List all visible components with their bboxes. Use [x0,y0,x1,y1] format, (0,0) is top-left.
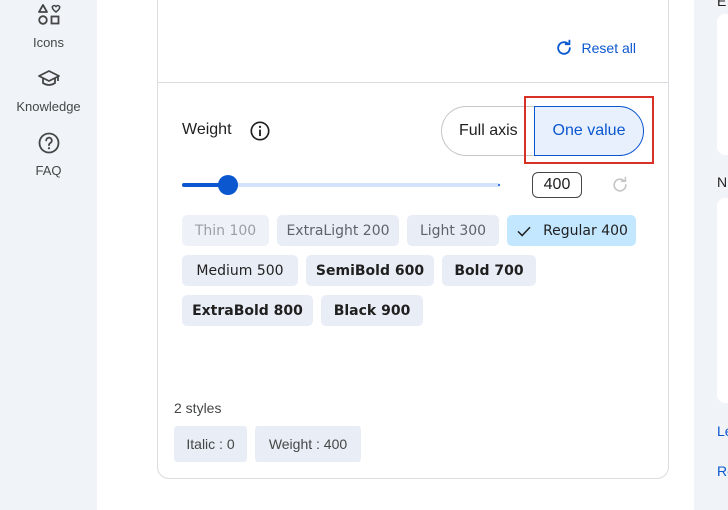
chip-regular-400[interactable]: Regular 400 [507,215,636,246]
style-tag-italic: Italic : 0 [174,426,247,462]
reset-all-label: Reset all [581,40,636,56]
chip-medium-500[interactable]: Medium 500 [182,255,298,286]
reset-all-button[interactable]: Reset all [554,38,636,58]
chip-extrabold-800[interactable]: ExtraBold 800 [182,295,313,326]
weight-value-input[interactable]: 400 [532,172,582,198]
info-icon[interactable] [249,120,271,142]
chip-black-900[interactable]: Black 900 [321,295,423,326]
styles-count: 2 styles [174,400,222,416]
right-panel-link-2[interactable]: Re [717,463,728,479]
reset-slider-icon[interactable] [610,175,630,195]
chip-label: ExtraBold 800 [192,302,303,319]
style-tag-label: Weight : 400 [268,436,348,452]
shapes-icon [37,4,60,25]
help-icon [38,132,59,154]
style-tag-label: Italic : 0 [186,436,235,452]
chip-label: Regular 400 [543,222,628,239]
nav-label-knowledge: Knowledge [16,99,81,114]
school-icon [37,70,60,86]
weight-slider-end-dot [498,184,500,186]
nav-item-icons[interactable]: Icons [0,3,97,50]
nav-label-faq: FAQ [35,163,62,178]
right-panel-box-1[interactable] [717,14,728,155]
chip-label: ExtraLight 200 [286,222,390,239]
weight-slider[interactable] [182,175,500,195]
nav-rail: Icons Knowledge FAQ [0,0,97,510]
style-tag-weight: Weight : 400 [255,426,361,462]
right-panel-link-1[interactable]: Le [717,423,728,439]
chip-label: SemiBold 600 [315,262,425,279]
chip-label: Bold 700 [454,262,524,279]
check-icon [517,226,531,237]
right-panel-box-2[interactable] [717,198,728,403]
chip-label: Light 300 [419,222,487,239]
chip-bold-700[interactable]: Bold 700 [442,255,536,286]
nav-label-icons: Icons [32,35,65,50]
full-axis-label: Full axis [459,122,518,139]
right-panel: E N Le Re [694,0,728,510]
chip-label: Thin 100 [194,222,257,239]
chip-light-300[interactable]: Light 300 [407,215,499,246]
nav-item-knowledge[interactable]: Knowledge [0,67,97,114]
right-panel-label-1: E [717,0,727,9]
chip-label: Medium 500 [196,262,284,279]
weight-label: Weight [182,121,232,138]
chip-thin-100[interactable]: Thin 100 [182,215,269,246]
chip-label: Black 900 [333,302,411,319]
one-value-toggle[interactable]: One value [534,106,644,156]
weight-slider-thumb[interactable] [217,175,238,195]
nav-item-faq[interactable]: FAQ [0,131,97,178]
chip-semibold-600[interactable]: SemiBold 600 [306,255,434,286]
chip-extralight-200[interactable]: ExtraLight 200 [277,215,399,246]
right-panel-label-2: N [717,174,728,190]
card-divider [158,82,668,83]
one-value-label: One value [552,122,626,139]
reset-icon [556,39,571,55]
